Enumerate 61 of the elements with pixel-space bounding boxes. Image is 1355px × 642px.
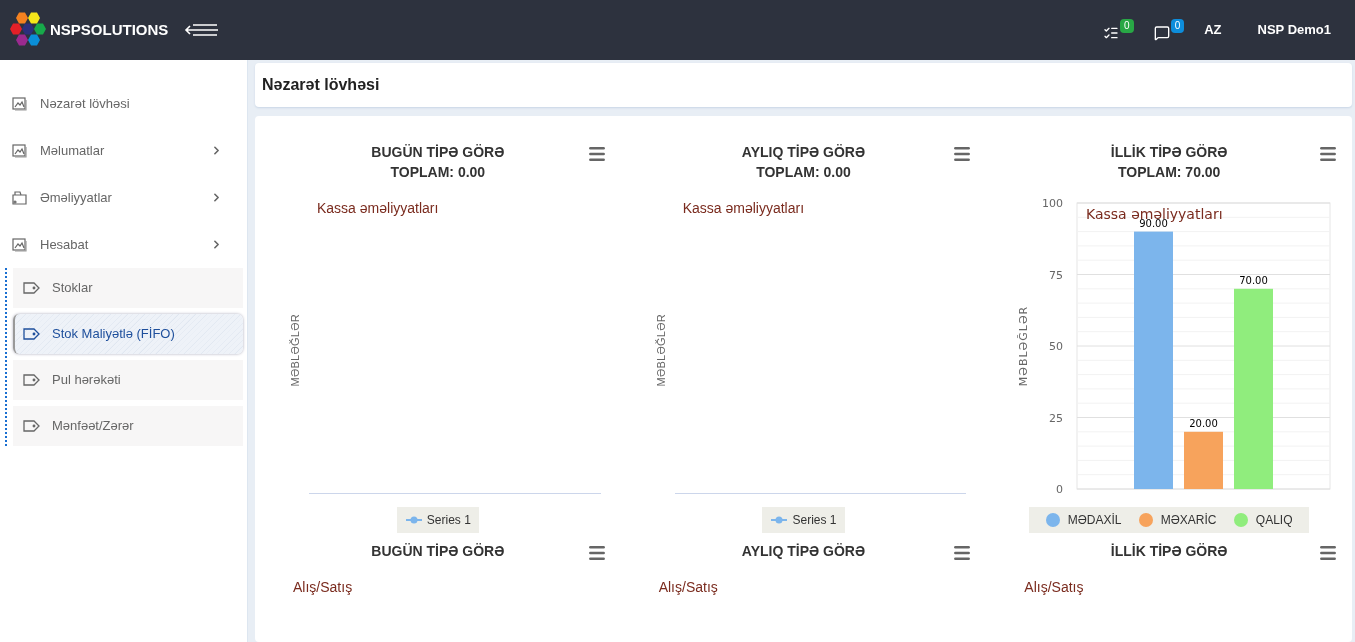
tag-icon [23,374,40,386]
folder-icon [12,190,27,205]
y-tick-label: 75 [1049,268,1064,282]
tag-icon [23,282,40,294]
chat-icon[interactable] [1153,25,1170,41]
submenu-item[interactable]: Stok Maliyətlə (FİFO) [13,314,243,354]
chart-menu-button[interactable] [1318,543,1338,563]
y-tick-label: 0 [1056,483,1064,494]
y-axis-title: MƏBLƏĞLƏR [653,314,668,387]
menu-toggle-icon[interactable] [184,22,221,38]
user-menu[interactable]: NSP Demo1 [1257,20,1331,40]
submenu-item[interactable]: Stoklar [13,268,243,308]
legend-label: Series 1 [792,512,837,529]
series-marker-icon [770,516,789,524]
chart-title: İLLİK TİPƏ GÖRƏ TOPLAM: 70.00 [1110,143,1228,182]
tag-icon [23,328,40,340]
task-list-icon[interactable] [1103,25,1120,41]
tag-icon [23,420,40,432]
sidebar-item[interactable]: Nəzarət lövhəsi [0,80,247,127]
y-tick-label: 25 [1049,411,1064,425]
legend-label: MƏDAXİL [1067,512,1122,529]
image-icon [12,143,27,158]
legend-label: QALIQ [1255,512,1293,529]
chart-subtitle: Kassa əməliyyatları [682,199,805,218]
legend-label: Series 1 [426,512,471,529]
chart-menu-button[interactable] [952,543,973,563]
language-link[interactable]: AZ [1204,20,1222,40]
brand-name: NSPSOLUTIONS [50,19,169,40]
image-icon [12,237,27,252]
bar-value-label: 70.00 [1239,274,1268,286]
count-badge: 0 [1170,19,1185,33]
chart-title: AYLIQ TİPƏ GÖRƏ TOPLAM: 0.00 [741,143,866,182]
logo-icon [8,12,48,48]
count-badge: 0 [1120,19,1134,33]
legend-label: MƏXARİC [1160,512,1217,529]
submenu-item[interactable]: Mənfəət/Zərər [13,406,243,446]
submenu-item[interactable]: Pul hərəkəti [13,360,243,400]
y-axis-title: MƏBLƏĞLƏR [1017,305,1031,387]
series-marker-icon [404,516,423,524]
y-tick-label: 100 [1042,197,1064,210]
chart-title: AYLIQ TİPƏ GÖRƏ [741,542,866,561]
chart-subtitle: Alış/Satış [293,578,354,597]
y-tick-label: 50 [1049,340,1064,353]
chart-subtitle: Alış/Satış [1024,578,1085,597]
sidebar-item[interactable]: Məlumatlar [0,127,247,174]
chart-menu-button[interactable] [586,144,607,164]
bar [1184,431,1224,489]
sidebar-item[interactable]: Hesabat [0,221,247,268]
sidebar-item[interactable]: Əməliyyatlar [0,174,247,221]
chart-title: BUGÜN TİPƏ GÖRƏ [371,542,505,561]
chart-subtitle: Alış/Satış [658,578,719,597]
chart-menu-button[interactable] [952,144,973,164]
chart-subtitle: Kassa əməliyyatları [317,199,439,218]
chart-title: BUGÜN TİPƏ GÖRƏ TOPLAM: 0.00 [371,143,505,182]
y-axis-title: MƏBLƏĞLƏR [288,314,302,387]
chart-menu-button[interactable] [586,543,607,563]
page-title: Nəzarət lövhəsi [262,75,380,95]
bar-value-label: 20.00 [1189,417,1218,429]
image-icon [12,96,27,111]
chart-menu-button[interactable] [1318,144,1338,164]
chart-title: İLLİK TİPƏ GÖRƏ [1110,542,1228,561]
